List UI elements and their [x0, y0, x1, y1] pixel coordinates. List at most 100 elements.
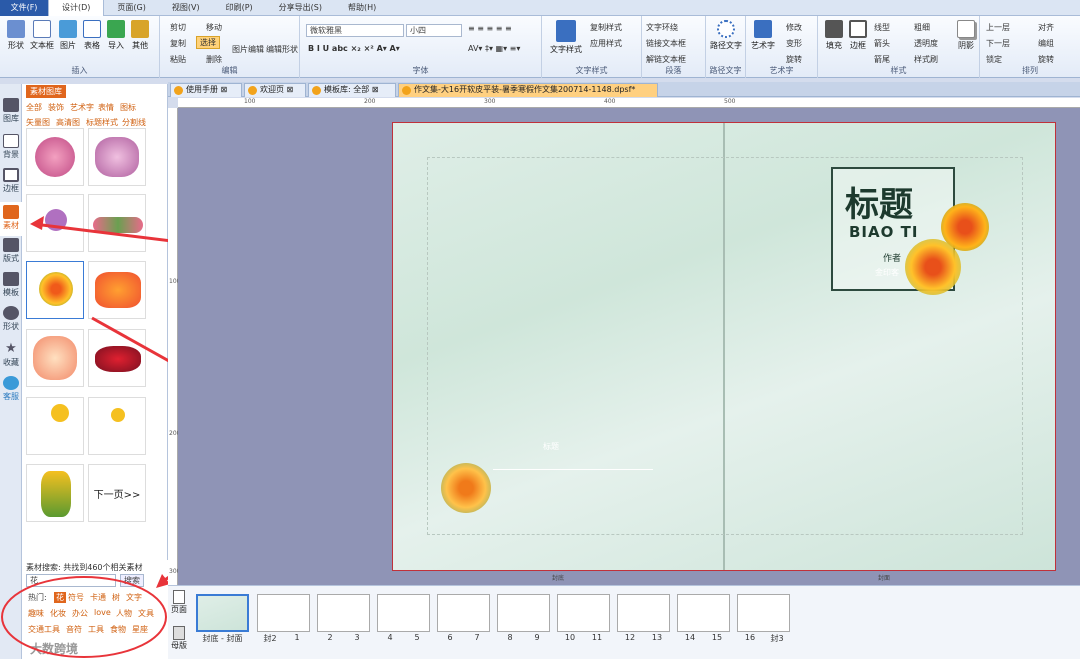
- delete-button[interactable]: 删除: [206, 54, 222, 65]
- page-thumb[interactable]: [557, 594, 610, 632]
- page-thumb[interactable]: [617, 594, 670, 632]
- art-text-button[interactable]: 艺术字: [748, 20, 778, 51]
- cat-emoji[interactable]: 表情: [98, 102, 114, 113]
- menu-page[interactable]: 页面(G): [104, 0, 158, 16]
- nav-background[interactable]: 背景: [0, 134, 22, 160]
- shape-button[interactable]: 形状: [4, 20, 28, 51]
- hot-fun[interactable]: 趣味: [28, 608, 44, 619]
- design-canvas[interactable]: 标题 BIAO TI 作者 金印客 标题 封底 封面: [178, 108, 1080, 585]
- art-modify-button[interactable]: 修改: [786, 22, 802, 33]
- page-thumb[interactable]: [317, 594, 370, 632]
- page-thumb[interactable]: [737, 594, 790, 632]
- cat-hd[interactable]: 高清图: [56, 117, 80, 128]
- cover-author-label[interactable]: 作者: [883, 251, 901, 264]
- cat-art-text[interactable]: 艺术字: [70, 102, 94, 113]
- cover-author-name[interactable]: 金印客: [875, 267, 899, 278]
- line-type-button[interactable]: 线型: [874, 22, 890, 33]
- group-button[interactable]: 编组: [1038, 38, 1054, 49]
- style-brush-button[interactable]: 样式刷: [914, 54, 938, 65]
- menu-design[interactable]: 设计(D): [48, 0, 105, 16]
- cat-decoration[interactable]: 装饰: [48, 102, 64, 113]
- nav-favorites[interactable]: ★ 收藏: [0, 342, 22, 368]
- cover-spread[interactable]: 标题 BIAO TI 作者 金印客 标题: [392, 122, 1056, 571]
- arrow-button[interactable]: 箭头: [874, 38, 890, 49]
- hot-love[interactable]: love: [94, 608, 111, 617]
- coarse-button[interactable]: 粗细: [914, 22, 930, 33]
- material-thumb[interactable]: [26, 194, 84, 252]
- image-button[interactable]: 图片: [56, 20, 80, 51]
- art-rotate-button[interactable]: 旋转: [786, 54, 802, 65]
- text-style-button[interactable]: 文字样式: [548, 20, 584, 55]
- nav-border[interactable]: 边框: [0, 168, 22, 194]
- hot-symbol[interactable]: 符号: [68, 592, 84, 603]
- opacity-button[interactable]: 透明度: [914, 38, 938, 49]
- unlink-textbox-button[interactable]: 解链文本框: [646, 54, 686, 65]
- cat-vector[interactable]: 矢量图: [26, 117, 50, 128]
- menu-share-export[interactable]: 分享导出(S): [266, 0, 335, 16]
- master-mode-button[interactable]: 母版: [168, 626, 190, 656]
- menu-view[interactable]: 视图(V): [159, 0, 213, 16]
- page-thumb[interactable]: [377, 594, 430, 632]
- next-page-thumb[interactable]: 下一页>>: [88, 464, 146, 522]
- arrow-tail-button[interactable]: 箭尾: [874, 54, 890, 65]
- page-thumb-selected[interactable]: [196, 594, 249, 632]
- copy-style-button[interactable]: 复制样式: [590, 22, 622, 33]
- hot-office[interactable]: 办公: [72, 608, 88, 619]
- tab-manual[interactable]: 使用手册 ⊠: [170, 83, 242, 97]
- send-backward-button[interactable]: 下一层: [986, 38, 1010, 49]
- bring-forward-button[interactable]: 上一层: [986, 22, 1010, 33]
- nav-material[interactable]: 素材: [0, 202, 22, 236]
- cat-icon[interactable]: 图标: [120, 102, 136, 113]
- nav-layout[interactable]: 版式: [0, 238, 22, 264]
- border-button[interactable]: 边框: [846, 20, 870, 51]
- tab-current-document[interactable]: 作文集-大16开软皮平装-暑季寒假作文集200714-1148.dpsf*: [398, 83, 658, 97]
- menu-file[interactable]: 文件(F): [0, 0, 48, 16]
- material-thumb[interactable]: [26, 329, 84, 387]
- fill-button[interactable]: 填充: [822, 20, 846, 51]
- material-thumb[interactable]: [26, 397, 84, 455]
- nav-shape[interactable]: 形状: [0, 306, 22, 332]
- material-thumb-selected[interactable]: [26, 261, 84, 319]
- cut-button[interactable]: 剪切: [170, 22, 186, 33]
- path-text-button[interactable]: 路径文字: [710, 20, 742, 51]
- hot-makeup[interactable]: 化妆: [50, 608, 66, 619]
- other-button[interactable]: 其他: [128, 20, 152, 51]
- nav-support[interactable]: 客服: [0, 376, 22, 402]
- import-button[interactable]: 导入: [104, 20, 128, 51]
- shadow-button[interactable]: 阴影: [954, 20, 978, 51]
- menu-print[interactable]: 印刷(P): [213, 0, 266, 16]
- page-thumb[interactable]: [677, 594, 730, 632]
- material-thumb[interactable]: [88, 329, 146, 387]
- font-size-select[interactable]: 小四: [406, 24, 462, 37]
- cover-title[interactable]: 标题: [845, 177, 913, 226]
- material-thumb[interactable]: [88, 194, 146, 252]
- cat-divider[interactable]: 分割线: [122, 117, 146, 128]
- textbox-button[interactable]: 文本框: [30, 20, 54, 51]
- material-thumb[interactable]: [88, 397, 146, 455]
- align-buttons[interactable]: ≡ ≡ ≡ ≡ ≡: [468, 24, 512, 33]
- table-button[interactable]: 表格: [80, 20, 104, 51]
- art-deform-button[interactable]: 变形: [786, 38, 802, 49]
- cat-all[interactable]: 全部: [26, 102, 42, 113]
- hot-zodiac[interactable]: 星座: [132, 624, 148, 635]
- hot-tree[interactable]: 树: [112, 592, 120, 603]
- material-thumb[interactable]: [88, 261, 146, 319]
- cover-sunflower-large[interactable]: [905, 239, 961, 295]
- hot-tool[interactable]: 工具: [88, 624, 104, 635]
- hot-stationery[interactable]: 文具: [138, 608, 154, 619]
- search-button[interactable]: 搜索: [120, 574, 144, 587]
- nav-gallery[interactable]: 图库: [0, 98, 22, 124]
- hot-note[interactable]: 音符: [66, 624, 82, 635]
- page-mode-button[interactable]: 页面: [168, 590, 190, 620]
- hot-person[interactable]: 人物: [116, 608, 132, 619]
- spacing-buttons[interactable]: AV▾ ‡▾ ▦▾ ≡▾: [468, 44, 520, 53]
- font-family-select[interactable]: 微软雅黑: [306, 24, 404, 37]
- menu-help[interactable]: 帮助(H): [335, 0, 389, 16]
- material-thumb[interactable]: [26, 128, 84, 186]
- text-wrap-button[interactable]: 文字环绕: [646, 22, 678, 33]
- tab-template-library[interactable]: 模板库: 全部 ⊠: [308, 83, 396, 97]
- hot-food[interactable]: 食物: [110, 624, 126, 635]
- copy-button[interactable]: 复制: [170, 38, 186, 49]
- paste-button[interactable]: 粘贴: [170, 54, 186, 65]
- back-flower[interactable]: [441, 463, 491, 513]
